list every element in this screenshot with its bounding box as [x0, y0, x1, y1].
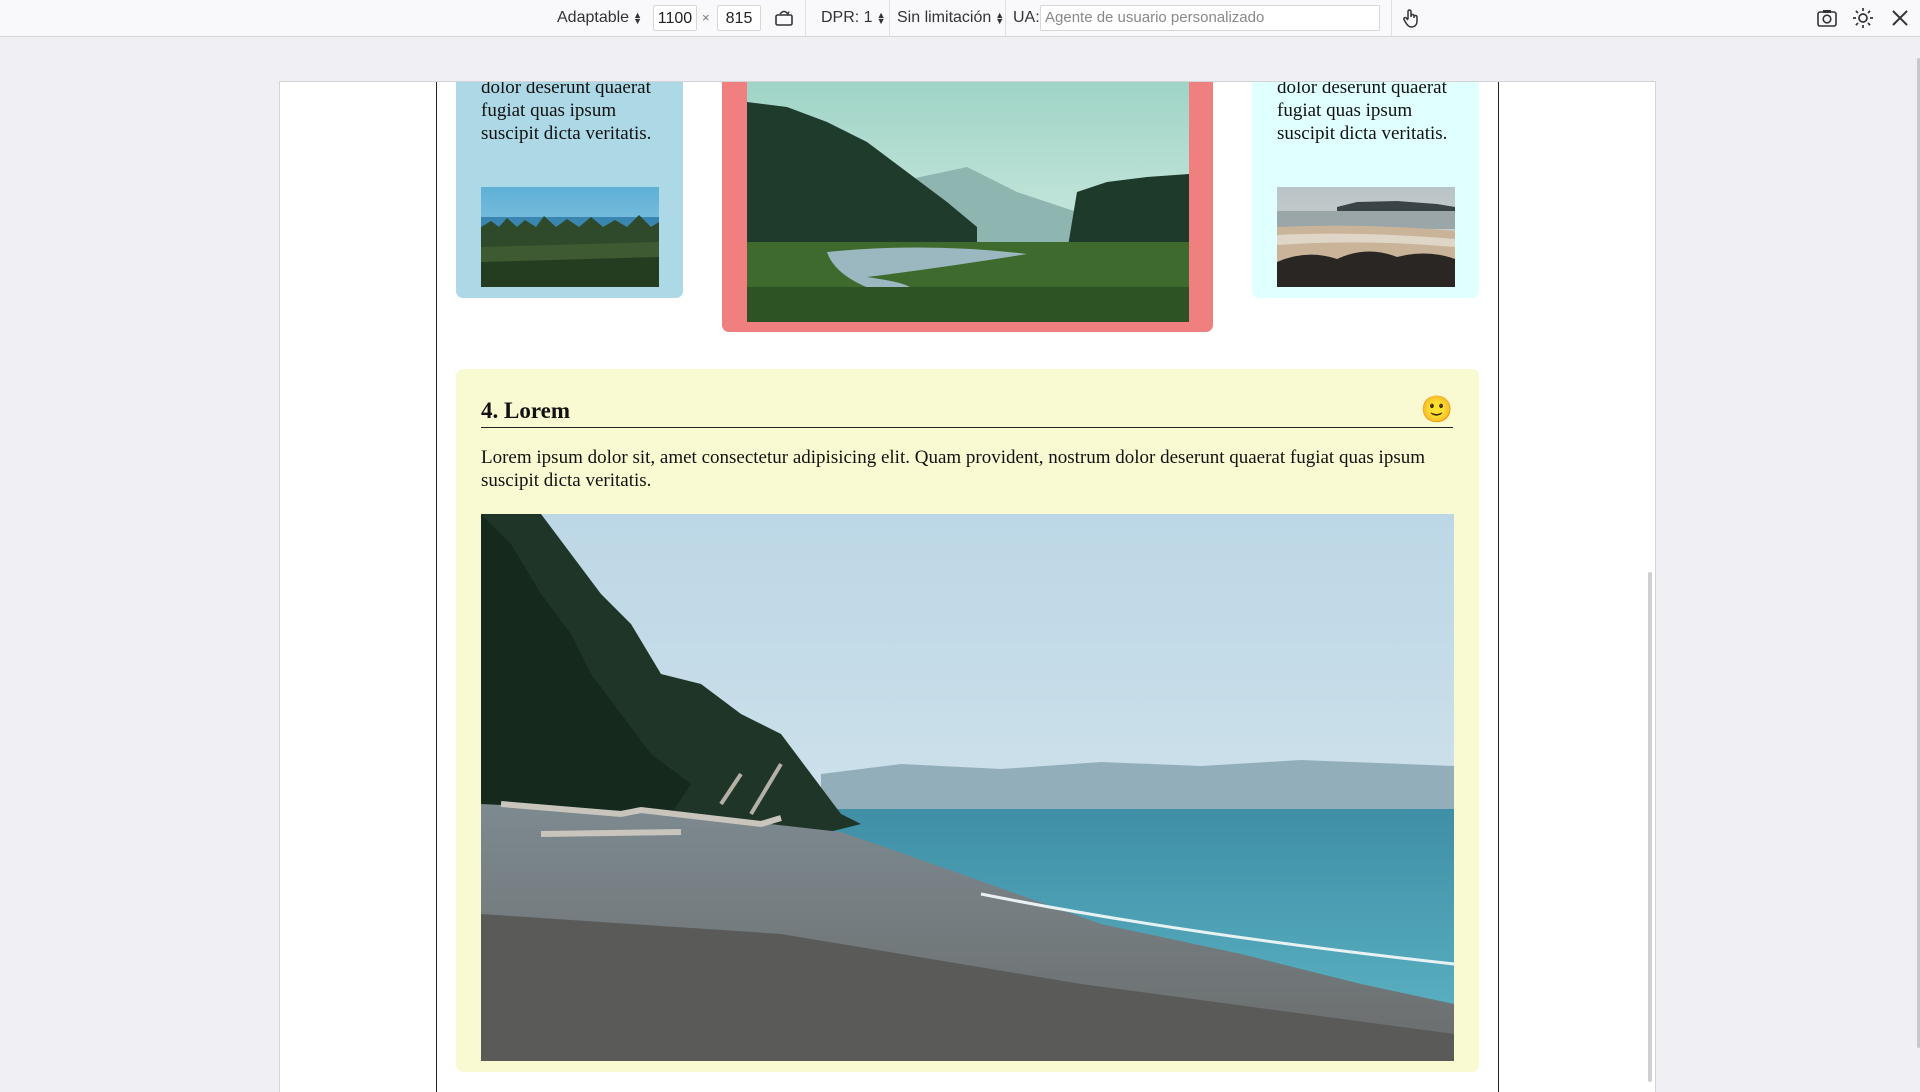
section-heading: 4. Lorem 🙂	[481, 397, 1453, 428]
screenshot-icon[interactable]	[1815, 6, 1839, 30]
device-selector[interactable]: Adaptable ▲ ▼	[557, 0, 642, 36]
select-arrows-icon: ▲ ▼	[633, 9, 642, 26]
device-selector-label: Adaptable	[557, 9, 630, 26]
network-throttle-label: Sin limitación	[897, 9, 992, 26]
viewport-width-input[interactable]: 1100	[653, 5, 697, 31]
section-title: 4. Lorem	[481, 398, 571, 423]
viewport-height-input[interactable]: 815	[717, 5, 761, 31]
card-cyan-text: dolor deserunt quaerat fugiat quas ipsum…	[1277, 81, 1448, 144]
select-arrows-icon: ▲ ▼	[995, 9, 1005, 26]
close-icon[interactable]	[1888, 6, 1912, 30]
card-red	[722, 82, 1213, 332]
card-cyan: dolor deserunt quaerat fugiat quas ipsum…	[1252, 82, 1479, 298]
beach-rocks-image	[1277, 187, 1455, 287]
responsive-design-toolbar: Adaptable ▲ ▼ 1100 × 815 DPR: 1 ▲ ▼ Sin limi…	[0, 0, 1920, 37]
user-agent-placeholder: Agente de usuario personalizado	[1045, 9, 1265, 26]
touch-icon[interactable]	[1399, 6, 1423, 30]
select-arrows-icon: ▲ ▼	[876, 9, 886, 26]
page-content: dolor deserunt quaerat fugiat quas ipsum…	[436, 82, 1499, 1092]
network-throttle-selector[interactable]: Sin limitación ▲ ▼	[897, 0, 1004, 36]
card-blue-text: dolor deserunt quaerat fugiat quas ipsum…	[481, 81, 652, 144]
user-agent-input[interactable]: Agente de usuario personalizado	[1040, 5, 1380, 31]
emulated-viewport: dolor deserunt quaerat fugiat quas ipsum…	[279, 81, 1656, 1092]
dimension-separator: ×	[702, 10, 710, 25]
rotate-icon[interactable]	[772, 6, 796, 30]
dpr-selector[interactable]: DPR: 1 ▲ ▼	[821, 0, 886, 36]
valley-river-image	[747, 82, 1189, 322]
section-card: 4. Lorem 🙂 Lorem ipsum dolor sit, amet c…	[456, 369, 1479, 1072]
ua-label: UA:	[1013, 9, 1040, 26]
pebble-beach-image	[481, 514, 1454, 1061]
smiley-icon: 🙂	[1420, 395, 1453, 424]
dpr-selector-label: DPR: 1	[821, 9, 873, 26]
viewport-scrollbar[interactable]	[1648, 572, 1652, 1082]
settings-icon[interactable]	[1851, 6, 1875, 30]
forest-lake-image	[481, 187, 659, 287]
section-paragraph: Lorem ipsum dolor sit, amet consectetur …	[481, 447, 1425, 491]
card-blue: dolor deserunt quaerat fugiat quas ipsum…	[456, 82, 683, 298]
